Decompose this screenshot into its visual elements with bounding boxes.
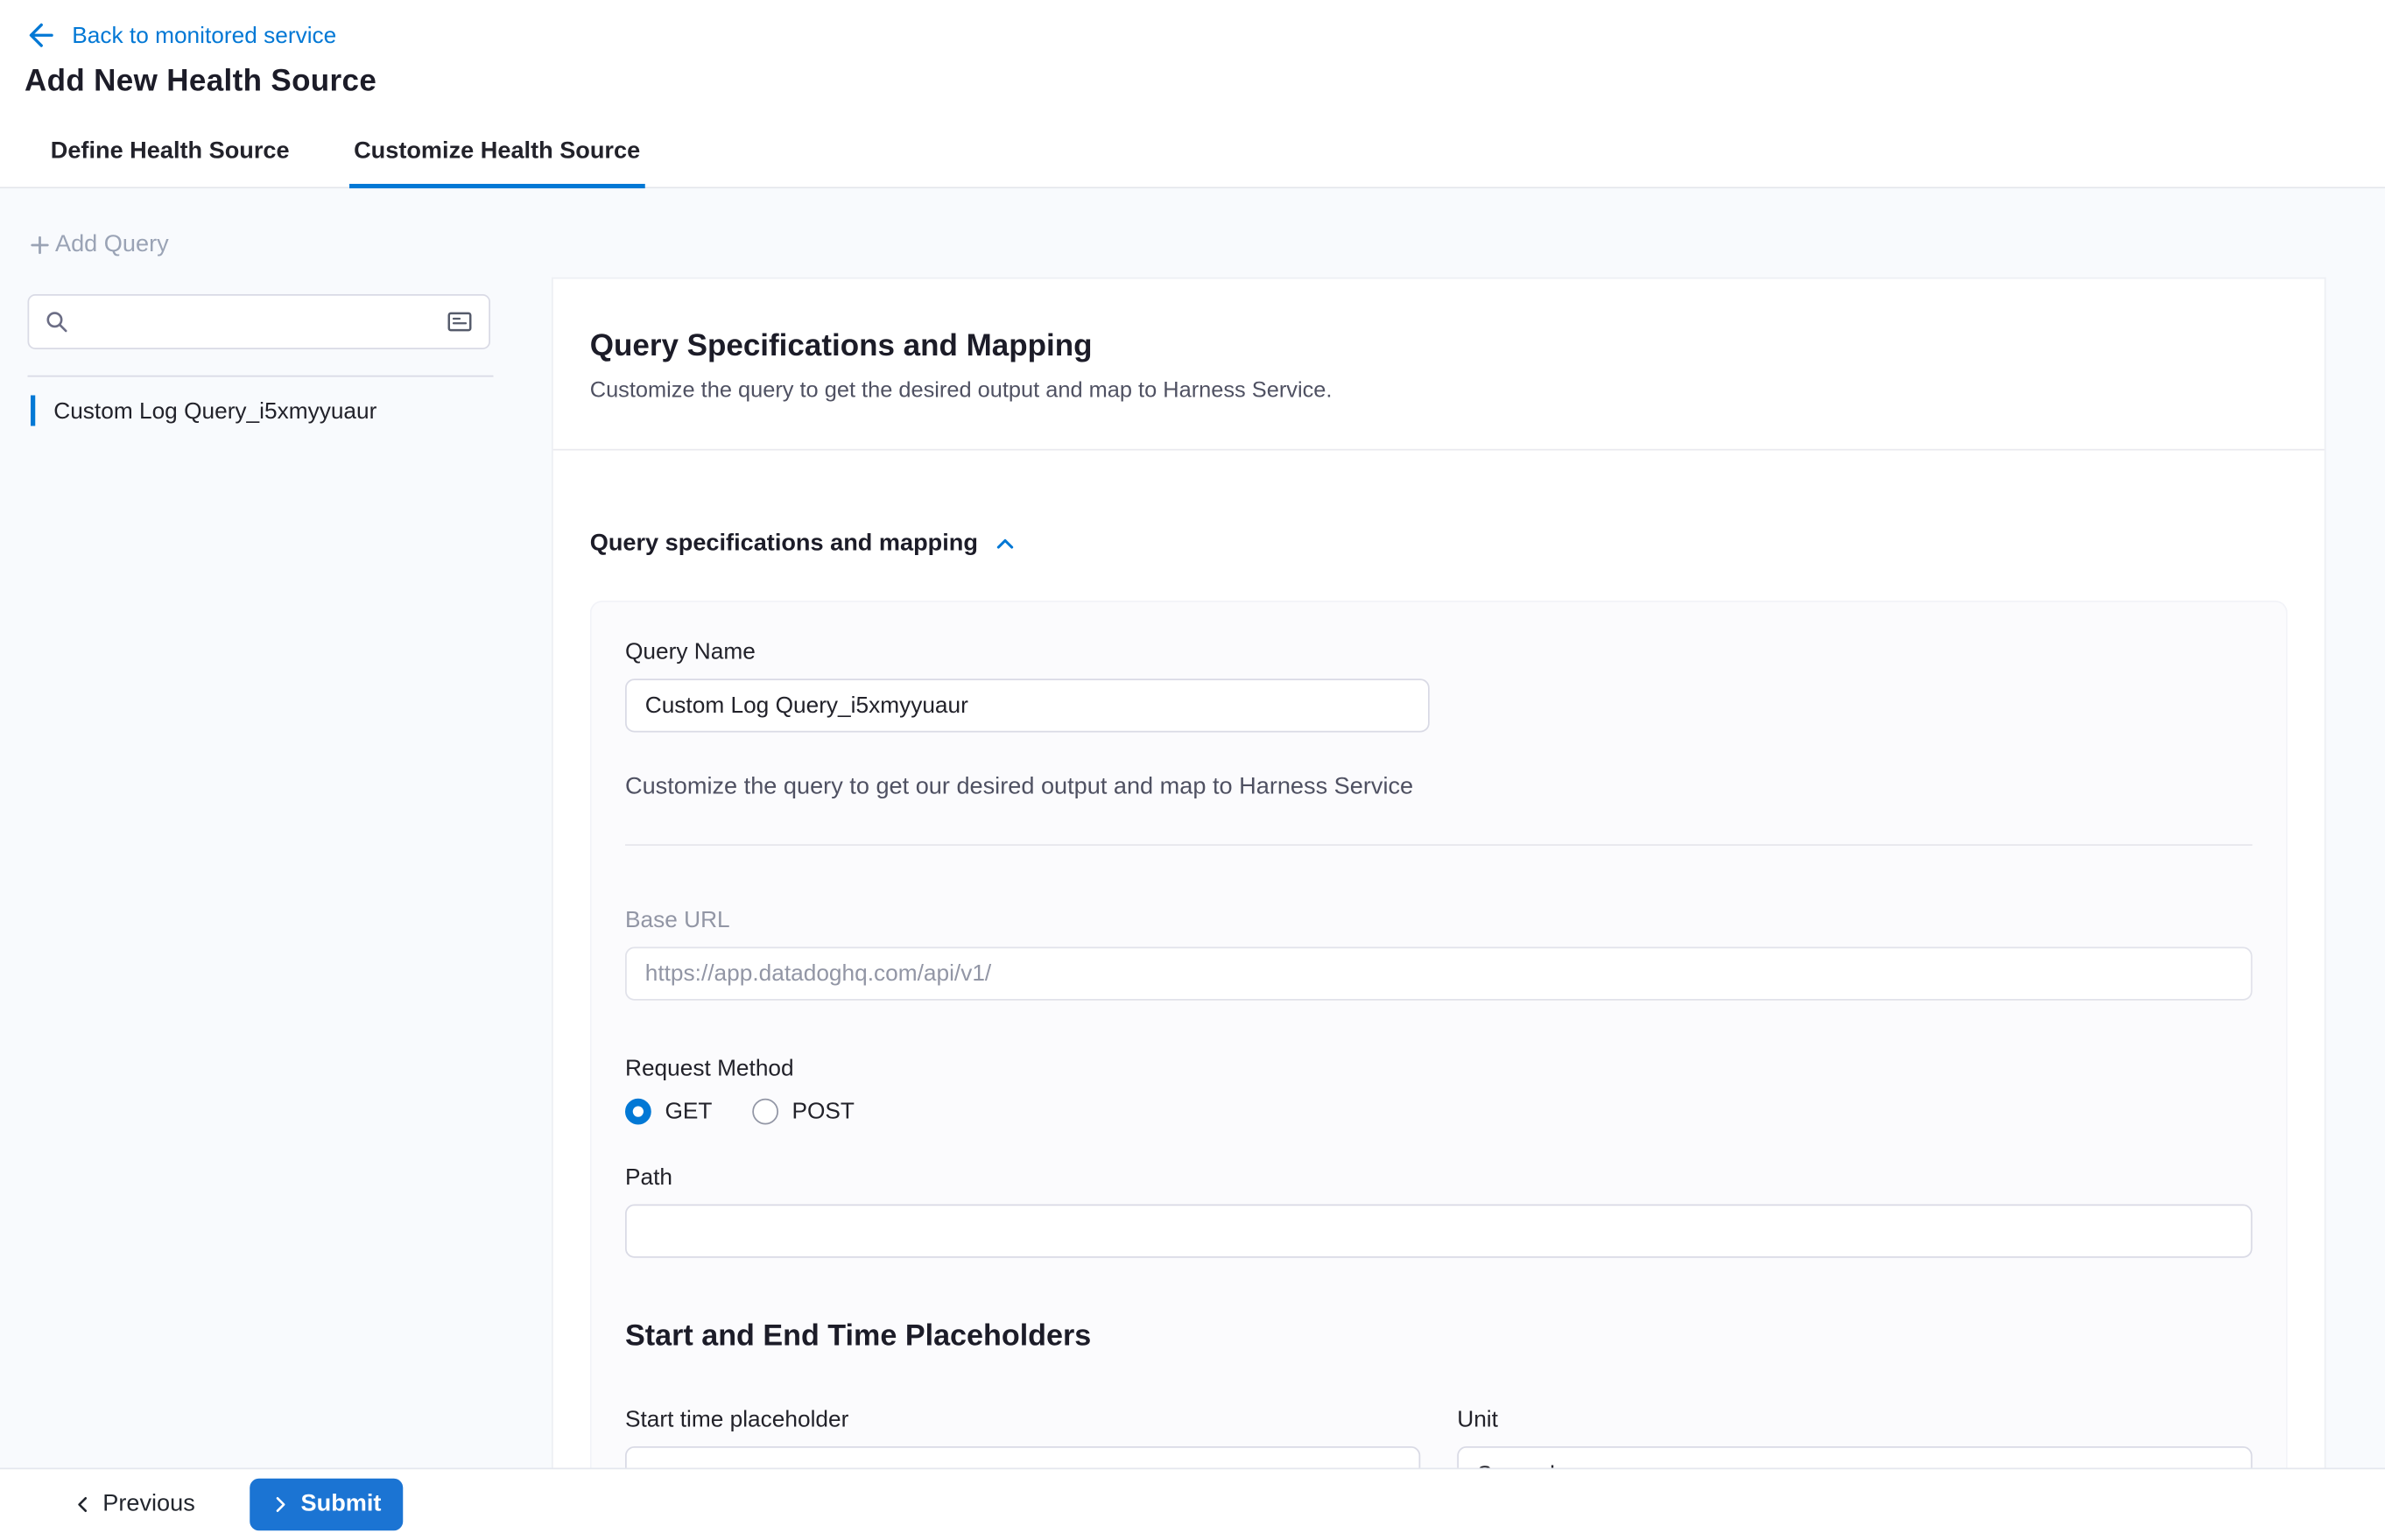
card-header: Query Specifications and Mapping Customi…	[553, 279, 2325, 451]
content-area: Add Query Custom Log Query_i5xmyyuaur Qu	[0, 188, 2385, 1467]
arrow-left-icon	[28, 22, 56, 50]
chevron-left-icon	[74, 1495, 92, 1514]
search-icon	[45, 310, 69, 334]
time-placeholder-row: Start time placeholder Unit Seconds	[625, 1407, 2253, 1468]
selected-indicator-bar	[31, 396, 35, 426]
path-input[interactable]	[625, 1205, 2253, 1258]
section-collapse-toggle[interactable]: Query specifications and mapping	[590, 531, 1017, 559]
card-title: Query Specifications and Mapping	[590, 329, 2288, 364]
search-input[interactable]	[69, 309, 447, 335]
back-link-label: Back to monitored service	[72, 22, 336, 48]
query-search-box	[28, 294, 491, 349]
back-link[interactable]: Back to monitored service	[25, 14, 2358, 57]
query-sidebar: Add Query Custom Log Query_i5xmyyuaur	[0, 188, 552, 1467]
query-name-label: Query Name	[625, 639, 2253, 665]
chevron-right-icon	[271, 1495, 290, 1514]
submit-button-label: Submit	[301, 1491, 382, 1519]
section-heading: Query specifications and mapping	[590, 531, 978, 559]
unit-select-value: Seconds	[1477, 1461, 1566, 1468]
query-name-input[interactable]	[625, 679, 1430, 732]
unit-select[interactable]: Seconds	[1457, 1446, 2252, 1468]
query-list-item[interactable]: Custom Log Query_i5xmyyuaur	[28, 396, 552, 426]
radio-get-label: GET	[665, 1099, 713, 1125]
radio-post-label: POST	[791, 1099, 854, 1125]
query-helper-text: Customize the query to get our desired o…	[625, 774, 2253, 802]
unit-field: Unit Seconds	[1457, 1407, 2252, 1468]
unit-label: Unit	[1457, 1407, 2252, 1433]
card-subtitle: Customize the query to get the desired o…	[590, 378, 2288, 403]
health-source-tabs: Define Health Source Customize Health So…	[0, 118, 2385, 189]
tab-customize-health-source[interactable]: Customize Health Source	[349, 118, 645, 189]
path-field: Path	[625, 1164, 2253, 1258]
add-health-source-page: Back to monitored service Add New Health…	[0, 0, 2385, 1540]
card-view-icon[interactable]	[446, 308, 474, 336]
previous-button[interactable]: Previous	[74, 1491, 195, 1519]
page-header: Back to monitored service Add New Health…	[0, 0, 2385, 118]
request-method-field: Request Method GET POST	[625, 1056, 2253, 1125]
chevron-up-icon	[995, 533, 1017, 555]
start-time-field: Start time placeholder	[625, 1407, 1420, 1468]
plus-icon	[28, 233, 53, 257]
base-url-input[interactable]	[625, 947, 2253, 1001]
radio-selected-icon	[625, 1099, 651, 1125]
radio-unselected-icon	[752, 1099, 778, 1125]
add-query-button[interactable]: Add Query	[28, 231, 169, 259]
previous-button-label: Previous	[102, 1491, 195, 1519]
page-title: Add New Health Source	[25, 65, 2358, 100]
query-form: Query Name Customize the query to get ou…	[590, 601, 2288, 1468]
wizard-footer: Previous Submit	[0, 1468, 2385, 1540]
radio-option-post[interactable]: POST	[752, 1099, 855, 1125]
add-query-label: Add Query	[55, 231, 169, 259]
start-time-label: Start time placeholder	[625, 1407, 1420, 1433]
base-url-label: Base URL	[625, 907, 2253, 933]
placeholders-heading: Start and End Time Placeholders	[625, 1319, 2253, 1354]
submit-button[interactable]: Submit	[250, 1479, 403, 1531]
query-specifications-card: Query Specifications and Mapping Customi…	[552, 278, 2326, 1468]
request-method-label: Request Method	[625, 1056, 2253, 1082]
start-time-input[interactable]	[625, 1446, 1420, 1468]
request-method-options: GET POST	[625, 1099, 2253, 1125]
sidebar-divider	[28, 376, 494, 377]
path-label: Path	[625, 1164, 2253, 1191]
radio-option-get[interactable]: GET	[625, 1099, 712, 1125]
query-item-label: Custom Log Query_i5xmyyuaur	[53, 397, 376, 424]
tab-define-health-source[interactable]: Define Health Source	[46, 118, 294, 189]
form-divider	[625, 844, 2253, 846]
card-body: Query specifications and mapping Query N…	[553, 451, 2325, 1468]
